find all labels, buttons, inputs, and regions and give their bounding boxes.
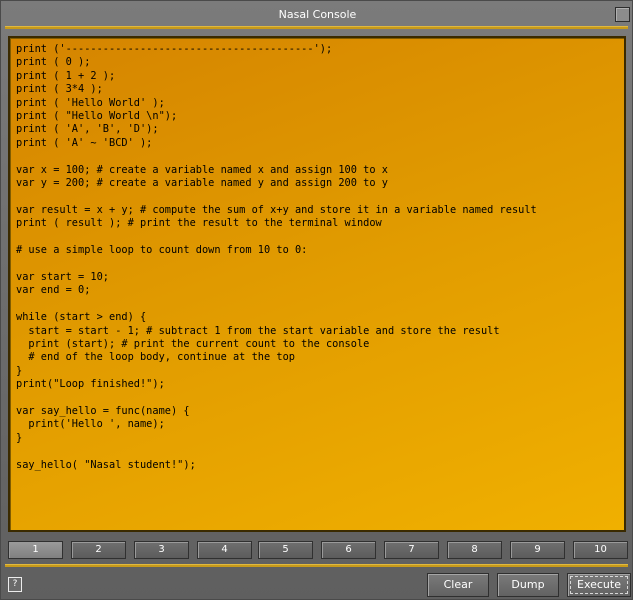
code-line: var result = x + y; # compute the sum of… (16, 203, 537, 216)
code-line: } (16, 431, 23, 444)
code-line: print (start); # print the current count… (16, 337, 370, 350)
code-line: start = start - 1; # subtract 1 from the… (16, 324, 500, 337)
help-button[interactable]: ? (8, 577, 22, 592)
code-line: say_hello( "Nasal student!"); (16, 458, 196, 471)
title-bar[interactable]: Nasal Console (1, 1, 633, 27)
nasal-console-window: Nasal Console print ('------------------… (0, 0, 633, 600)
code-line: while (start > end) { (16, 311, 147, 324)
clear-button[interactable]: Clear (427, 573, 489, 597)
code-line: # end of the loop body, continue at the … (16, 351, 295, 364)
buffer-button-10[interactable]: 10 (573, 541, 628, 559)
code-line: var end = 0; (16, 284, 91, 297)
buffer-button-7[interactable]: 7 (384, 541, 439, 559)
code-line: var start = 10; (16, 270, 109, 283)
bottom-divider (5, 564, 628, 567)
buffer-button-8[interactable]: 8 (447, 541, 502, 559)
code-line: var say_hello = func(name) { (16, 404, 190, 417)
buffer-button-3[interactable]: 3 (134, 541, 189, 559)
code-line: # use a simple loop to count down from 1… (16, 244, 308, 257)
buffer-button-5[interactable]: 5 (258, 541, 313, 559)
buffer-button-9[interactable]: 9 (510, 541, 565, 559)
code-line: print ( result ); # print the result to … (16, 217, 382, 230)
code-line: print('Hello ', name); (16, 418, 165, 431)
code-line: print ( "Hello World \n"); (16, 110, 178, 123)
code-line: print ('--------------------------------… (16, 43, 333, 55)
execute-button[interactable]: Execute (567, 573, 631, 597)
dump-button[interactable]: Dump (497, 573, 559, 597)
code-line: var x = 100; # create a variable named x… (16, 163, 388, 176)
buffer-button-4[interactable]: 4 (197, 541, 252, 559)
code-line: print ( 1 + 2 ); (16, 69, 116, 82)
title-divider (5, 26, 628, 29)
code-line: print ( 'A' ~ 'BCD' ); (16, 136, 153, 149)
code-line: print ( 'Hello World' ); (16, 96, 165, 109)
code-line: var y = 200; # create a variable named y… (16, 177, 388, 190)
buffer-tabs: 1 2 3 4 5 6 7 8 9 10 (8, 541, 630, 559)
code-editor[interactable]: print ('--------------------------------… (8, 36, 626, 532)
buffer-button-2[interactable]: 2 (71, 541, 126, 559)
buffer-button-6[interactable]: 6 (321, 541, 376, 559)
code-line: print ( 0 ); (16, 56, 91, 69)
code-line: print("Loop finished!"); (16, 378, 165, 391)
code-line: print ( 'A', 'B', 'D'); (16, 123, 159, 136)
buffer-button-1[interactable]: 1 (8, 541, 63, 559)
window-title: Nasal Console (278, 8, 357, 21)
code-text[interactable]: print ('--------------------------------… (16, 43, 620, 472)
code-line: print ( 3*4 ); (16, 83, 103, 96)
close-icon[interactable] (615, 7, 630, 22)
code-line: } (16, 364, 23, 377)
